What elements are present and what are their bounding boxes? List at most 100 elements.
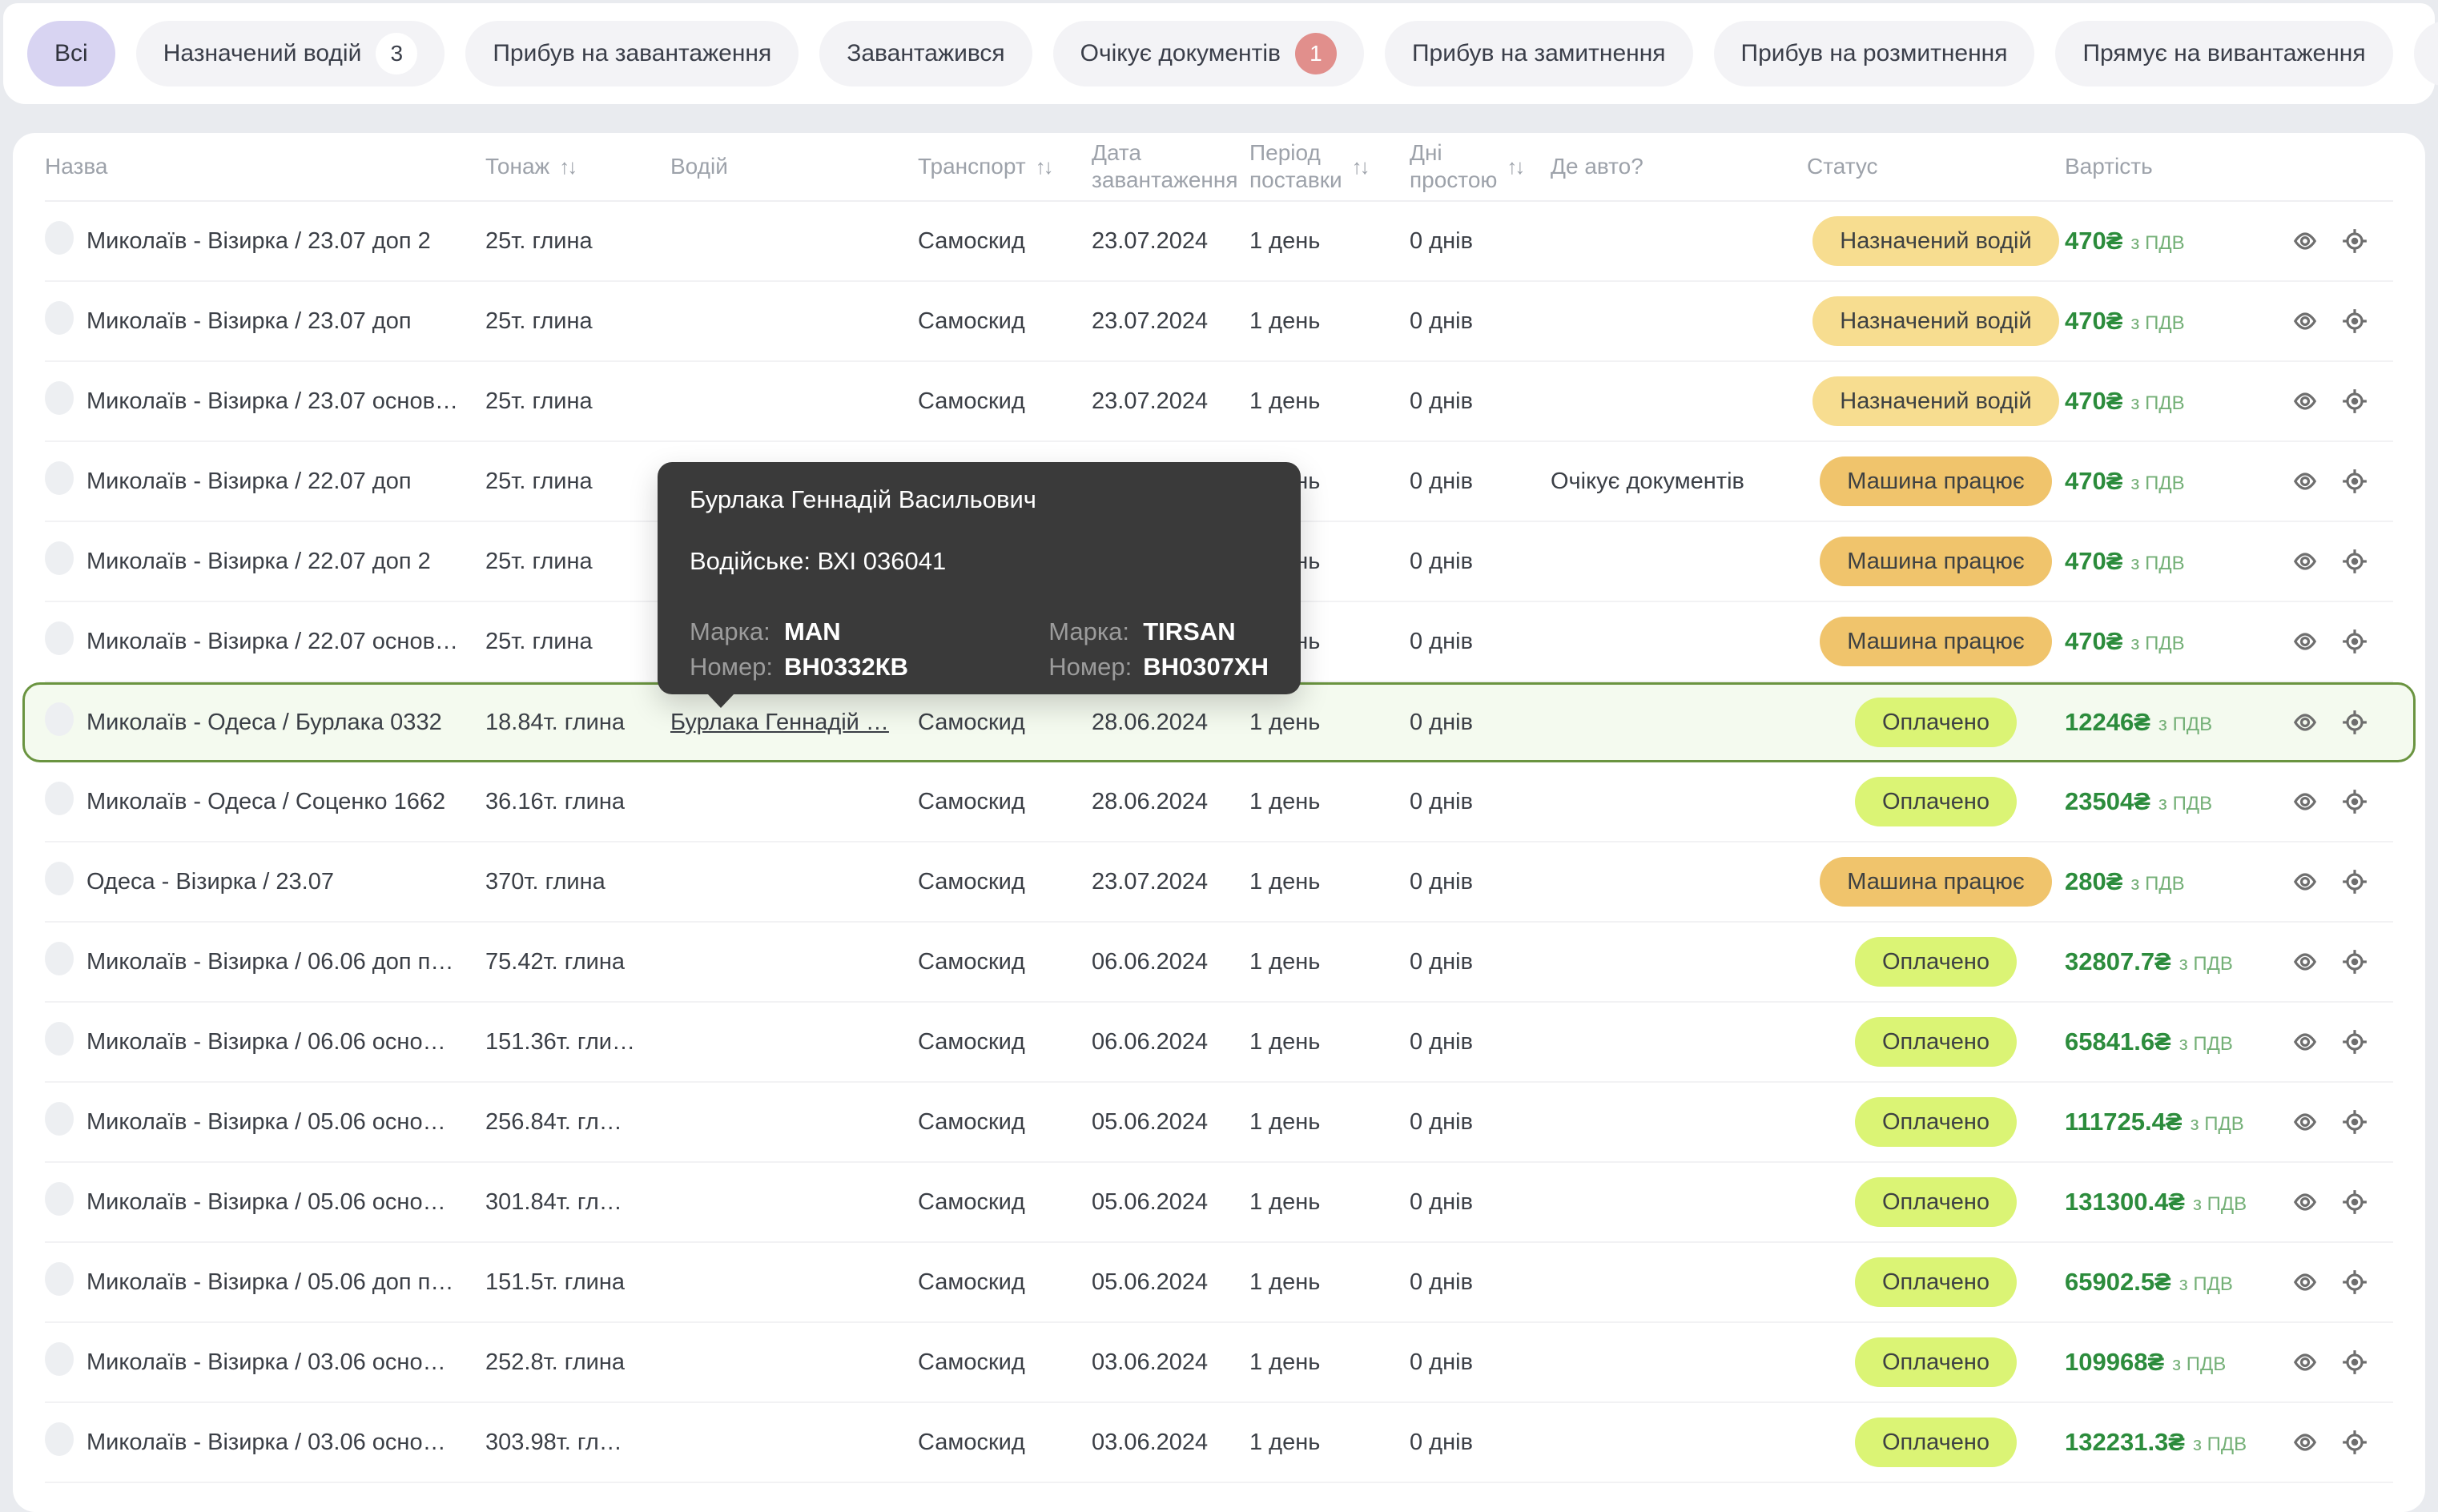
row-checkbox[interactable] [45, 1342, 74, 1376]
locate-button[interactable] [2341, 1028, 2368, 1056]
row-checkbox[interactable] [45, 782, 74, 815]
column-header-idle-days[interactable]: Дні простою ↑↓ [1410, 139, 1551, 194]
filter-tab-done[interactable]: Виконано12 [2413, 21, 2438, 86]
table-row[interactable]: Миколаїв - Візирка / 03.06 осно… 252.8т. … [45, 1323, 2393, 1403]
locate-icon[interactable] [2341, 948, 2368, 975]
eye-icon[interactable] [2291, 868, 2319, 895]
row-checkbox[interactable] [45, 862, 74, 895]
row-checkbox[interactable] [45, 621, 74, 655]
eye-icon[interactable] [2291, 308, 2319, 335]
view-button[interactable] [2291, 1108, 2319, 1136]
view-button[interactable] [2291, 468, 2319, 495]
eye-icon[interactable] [2291, 1429, 2319, 1456]
view-button[interactable] [2291, 948, 2319, 975]
locate-icon[interactable] [2341, 1349, 2368, 1376]
view-button[interactable] [2291, 548, 2319, 575]
table-row[interactable]: Миколаїв - Візирка / 05.06 осно… 256.84т.… [45, 1083, 2393, 1163]
sort-icon[interactable]: ↑↓ [559, 155, 577, 179]
locate-icon[interactable] [2341, 1188, 2368, 1216]
row-checkbox[interactable] [45, 1102, 74, 1136]
table-row[interactable]: Миколаїв - Візирка / 23.07 доп 25т. глина… [45, 282, 2393, 362]
row-checkbox[interactable] [45, 301, 74, 335]
sort-icon[interactable]: ↑↓ [1507, 155, 1525, 179]
eye-icon[interactable] [2291, 1028, 2319, 1056]
row-checkbox[interactable] [45, 1422, 74, 1456]
filter-tab-loaded[interactable]: Завантажився [819, 21, 1032, 86]
view-button[interactable] [2291, 1188, 2319, 1216]
table-row[interactable]: Миколаїв - Візирка / 23.07 основ… 25т. гл… [45, 362, 2393, 442]
filter-tab-arrived-loading[interactable]: Прибув на завантаження [465, 21, 799, 86]
locate-icon[interactable] [2341, 308, 2368, 335]
row-checkbox[interactable] [45, 461, 74, 495]
view-button[interactable] [2291, 1269, 2319, 1296]
locate-icon[interactable] [2341, 227, 2368, 255]
table-row[interactable]: Миколаїв - Одеса / Бурлака 0332 18.84т. г… [22, 682, 2416, 762]
eye-icon[interactable] [2291, 1188, 2319, 1216]
locate-button[interactable] [2341, 788, 2368, 815]
locate-icon[interactable] [2341, 388, 2368, 415]
eye-icon[interactable] [2291, 468, 2319, 495]
locate-button[interactable] [2341, 1429, 2368, 1456]
view-button[interactable] [2291, 1028, 2319, 1056]
locate-button[interactable] [2341, 227, 2368, 255]
locate-button[interactable] [2341, 468, 2368, 495]
eye-icon[interactable] [2291, 628, 2319, 655]
filter-tab-heading-unloading[interactable]: Прямує на вивантаження [2055, 21, 2393, 86]
table-row[interactable]: Миколаїв - Візирка / 06.06 осно… 151.36т.… [45, 1003, 2393, 1083]
eye-icon[interactable] [2291, 788, 2319, 815]
locate-icon[interactable] [2341, 1028, 2368, 1056]
view-button[interactable] [2291, 868, 2319, 895]
locate-icon[interactable] [2341, 1108, 2368, 1136]
row-checkbox[interactable] [45, 1182, 74, 1216]
eye-icon[interactable] [2291, 1349, 2319, 1376]
row-checkbox[interactable] [45, 541, 74, 575]
view-button[interactable] [2291, 628, 2319, 655]
eye-icon[interactable] [2291, 1269, 2319, 1296]
table-row[interactable]: Миколаїв - Одеса / Соценко 1662 36.16т. г… [45, 762, 2393, 842]
filter-tab-arrived-customs-in[interactable]: Прибув на замитнення [1384, 21, 1693, 86]
locate-icon[interactable] [2341, 1429, 2368, 1456]
filter-tab-driver-assigned[interactable]: Назначений водій 3 [135, 21, 445, 86]
locate-button[interactable] [2341, 868, 2368, 895]
locate-button[interactable] [2341, 1188, 2368, 1216]
eye-icon[interactable] [2291, 548, 2319, 575]
eye-icon[interactable] [2291, 227, 2319, 255]
eye-icon[interactable] [2291, 709, 2319, 736]
sort-icon[interactable]: ↑↓ [1036, 155, 1054, 179]
eye-icon[interactable] [2291, 1108, 2319, 1136]
locate-icon[interactable] [2341, 548, 2368, 575]
driver-link[interactable]: Бурлака Геннадій … [670, 710, 889, 735]
view-button[interactable] [2291, 709, 2319, 736]
eye-icon[interactable] [2291, 388, 2319, 415]
filter-tab-arrived-customs-out[interactable]: Прибув на розмитнення [1713, 21, 2035, 86]
table-row[interactable]: Миколаїв - Візирка / 23.07 доп 2 25т. гли… [45, 202, 2393, 282]
sort-icon[interactable]: ↑↓ [1352, 155, 1370, 179]
locate-button[interactable] [2341, 308, 2368, 335]
view-button[interactable] [2291, 1349, 2319, 1376]
view-button[interactable] [2291, 788, 2319, 815]
table-row[interactable]: Миколаїв - Візирка / 03.06 осно… 303.98т.… [45, 1403, 2393, 1483]
locate-button[interactable] [2341, 1349, 2368, 1376]
locate-icon[interactable] [2341, 868, 2368, 895]
locate-button[interactable] [2341, 948, 2368, 975]
filter-tab-awaiting-documents[interactable]: Очікує документів 1 [1052, 21, 1364, 86]
row-checkbox[interactable] [45, 942, 74, 975]
row-checkbox[interactable] [45, 1022, 74, 1056]
locate-icon[interactable] [2341, 468, 2368, 495]
locate-button[interactable] [2341, 709, 2368, 736]
table-row[interactable]: Миколаїв - Візирка / 05.06 доп п… 151.5т.… [45, 1243, 2393, 1323]
view-button[interactable] [2291, 227, 2319, 255]
locate-icon[interactable] [2341, 628, 2368, 655]
row-checkbox[interactable] [45, 381, 74, 415]
filter-tab-all[interactable]: Всі [27, 21, 115, 86]
row-checkbox[interactable] [45, 221, 74, 255]
table-row[interactable]: Одеса - Візирка / 23.07 370т. глина Самоск… [45, 842, 2393, 923]
table-row[interactable]: Миколаїв - Візирка / 05.06 осно… 301.84т.… [45, 1163, 2393, 1243]
table-row[interactable]: Миколаїв - Візирка / 06.06 доп п… 75.42т.… [45, 923, 2393, 1003]
column-header-transport[interactable]: Транспорт ↑↓ [918, 153, 1092, 180]
locate-icon[interactable] [2341, 1269, 2368, 1296]
locate-button[interactable] [2341, 1108, 2368, 1136]
view-button[interactable] [2291, 1429, 2319, 1456]
row-checkbox[interactable] [45, 702, 74, 736]
row-checkbox[interactable] [45, 1262, 74, 1296]
